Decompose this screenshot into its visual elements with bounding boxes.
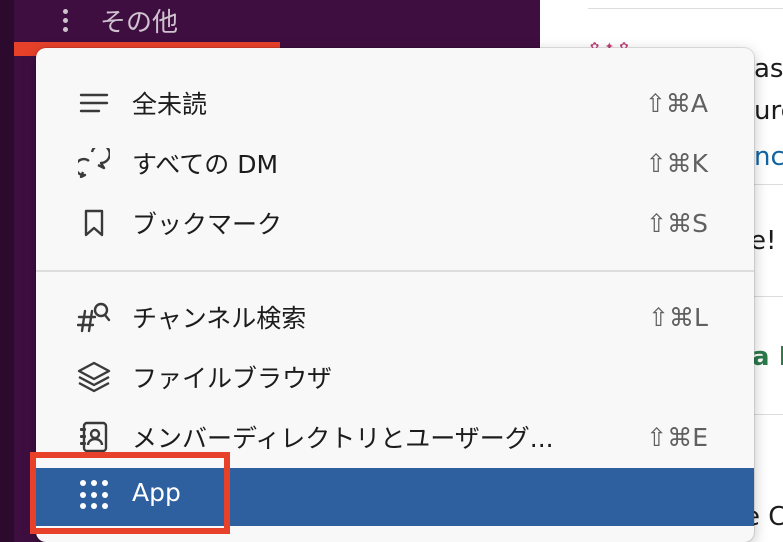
sidebar-more-label: その他 [100,7,179,38]
channel-search-icon [76,299,112,335]
menu-item-shortcut: ⇧⌘S [646,208,708,238]
menu-item-label: ブックマーク [132,210,283,239]
divider [588,8,783,9]
menu-item-label: ファイルブラウザ [132,364,333,393]
speech-bubbles-icon [76,145,112,181]
menu-item-label: チャンネル検索 [132,304,307,333]
menu-item-all-dms[interactable]: すべての DM ⇧⌘K [36,134,754,192]
menu-item-label: メンバーディレクトリとユーザーグ... [132,424,554,453]
message-fragment: e! C [750,226,783,256]
list-lines-icon [76,85,112,121]
menu-item-shortcut: ⇧⌘L [648,302,708,332]
divider [754,184,783,185]
menu-item-shortcut: ⇧⌘A [644,88,708,118]
message-link-fragment[interactable]: nc [754,142,783,172]
menu-item-label: 全未読 [132,90,208,119]
message-fragment: ure [754,96,783,126]
menu-item-label: すべての DM [132,150,279,179]
menu-item-shortcut: ⇧⌘E [646,422,708,452]
divider [754,296,783,297]
bookmark-icon [76,205,112,241]
menu-item-all-unreads[interactable]: 全未読 ⇧⌘A [36,74,754,132]
sidebar-more-item[interactable]: その他 [52,0,178,40]
kebab-icon [52,8,78,32]
menu-item-file-browser[interactable]: ファイルブラウザ [36,348,754,406]
directory-icon [76,419,112,455]
annotation-highlight-box [30,452,230,534]
message-fragment: a F [752,342,783,372]
divider [754,414,783,415]
menu-item-channel-search[interactable]: チャンネル検索 ⇧⌘L [36,288,754,346]
message-fragment: ase [754,54,783,84]
menu-item-shortcut: ⇧⌘K [645,148,708,178]
layers-icon [76,359,112,395]
workspace-rail [0,0,14,542]
menu-item-bookmarks[interactable]: ブックマーク ⇧⌘S [36,194,754,252]
menu-separator [36,270,754,272]
